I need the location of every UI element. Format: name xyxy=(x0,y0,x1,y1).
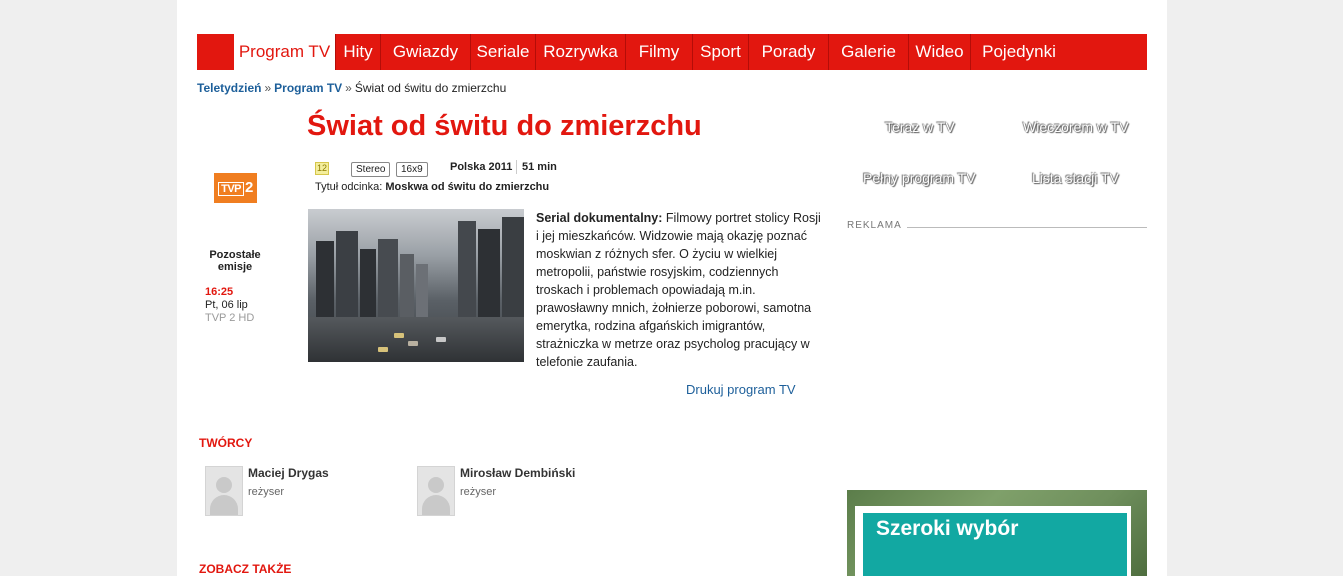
promo-banner[interactable]: Szeroki wybór xyxy=(847,490,1147,576)
channel-logo-text: TVP xyxy=(218,182,245,196)
aspect-badge: 16x9 xyxy=(396,162,428,177)
creator-name[interactable]: Mirosław Dembiński xyxy=(460,466,575,480)
see-also-heading: ZOBACZ TAKŻE xyxy=(199,562,292,576)
episode-title-value: Moskwa od świtu do zmierzchu xyxy=(385,181,550,193)
breadcrumb-section-link[interactable]: Program TV xyxy=(274,81,342,95)
other-broadcast-time[interactable]: 16:25 xyxy=(205,286,233,298)
nav-lead-block xyxy=(197,34,234,70)
other-broadcast-channel: TVP 2 HD xyxy=(205,312,255,324)
nav-item-seriale[interactable]: Seriale xyxy=(470,34,535,70)
country-year: Polska 2011 xyxy=(450,161,513,173)
nav-item-rozrywka[interactable]: Rozrywka xyxy=(535,34,625,70)
ad-divider xyxy=(907,227,1147,228)
promo-text: Szeroki wybór xyxy=(876,517,1019,540)
show-description: Serial dokumentalny: Filmowy portret sto… xyxy=(536,209,821,371)
episode-title: Tytuł odcinka: Moskwa od świtu do zmierz… xyxy=(315,181,549,193)
breadcrumb: Teletydzień» Program TV» Świat od świtu do… xyxy=(197,81,506,95)
nav-item-galerie[interactable]: Galerie xyxy=(828,34,908,70)
nav-item-wideo[interactable]: Wideo xyxy=(908,34,970,70)
avatar[interactable] xyxy=(205,466,243,516)
nav-item-filmy[interactable]: Filmy xyxy=(625,34,692,70)
breadcrumb-current: Świat od świtu do zmierzchu xyxy=(354,81,507,95)
page-container: Program TV Hity Gwiazdy Seriale Rozrywka… xyxy=(177,0,1167,576)
age-rating-badge: 12 xyxy=(315,162,329,175)
creator-role: reżyser xyxy=(460,486,497,498)
nav-item-sport[interactable]: Sport xyxy=(692,34,748,70)
avatar[interactable] xyxy=(417,466,455,516)
other-broadcast-date: Pt, 06 lip xyxy=(205,299,248,311)
creator-name[interactable]: Maciej Drygas xyxy=(248,466,329,480)
breadcrumb-home-link[interactable]: Teletydzień xyxy=(197,81,261,95)
other-broadcasts-label: Pozostałe emisje xyxy=(209,249,261,273)
main-nav: Program TV Hity Gwiazdy Seriale Rozrywka… xyxy=(197,34,1147,70)
channel-logo[interactable]: TVP 2 xyxy=(214,173,257,203)
meta-divider xyxy=(516,160,517,174)
print-program-link[interactable]: Drukuj program TV xyxy=(686,382,796,397)
duration: 51 min xyxy=(522,161,557,173)
ad-label: REKLAMA xyxy=(847,220,902,231)
show-description-text: Filmowy portret stolicy Rosji i jej mies… xyxy=(536,211,821,369)
stations-list-link[interactable]: Lista stacji TV xyxy=(1032,170,1119,186)
show-genre: Serial dokumentalny: xyxy=(536,211,663,225)
page-title: Świat od świtu do zmierzchu xyxy=(307,110,702,142)
full-program-link[interactable]: Pełny program TV xyxy=(863,170,976,186)
nav-item-gwiazdy[interactable]: Gwiazdy xyxy=(380,34,470,70)
nav-item-porady[interactable]: Porady xyxy=(748,34,828,70)
nav-item-program-tv[interactable]: Program TV xyxy=(234,34,335,70)
nav-item-pojedynki[interactable]: Pojedynki xyxy=(970,34,1067,70)
breadcrumb-separator: » xyxy=(264,81,272,95)
now-on-tv-link[interactable]: Teraz w TV xyxy=(885,119,955,135)
creator-role: reżyser xyxy=(248,486,285,498)
breadcrumb-separator: » xyxy=(345,81,352,95)
nav-item-hity[interactable]: Hity xyxy=(335,34,380,70)
episode-label: Tytuł odcinka: xyxy=(315,181,383,193)
stereo-badge: Stereo xyxy=(351,162,391,177)
evening-tv-link[interactable]: Wieczorem w TV xyxy=(1023,119,1129,135)
creators-heading: TWÓRCY xyxy=(199,436,253,450)
show-photo xyxy=(308,209,524,362)
channel-logo-number: 2 xyxy=(245,179,253,196)
